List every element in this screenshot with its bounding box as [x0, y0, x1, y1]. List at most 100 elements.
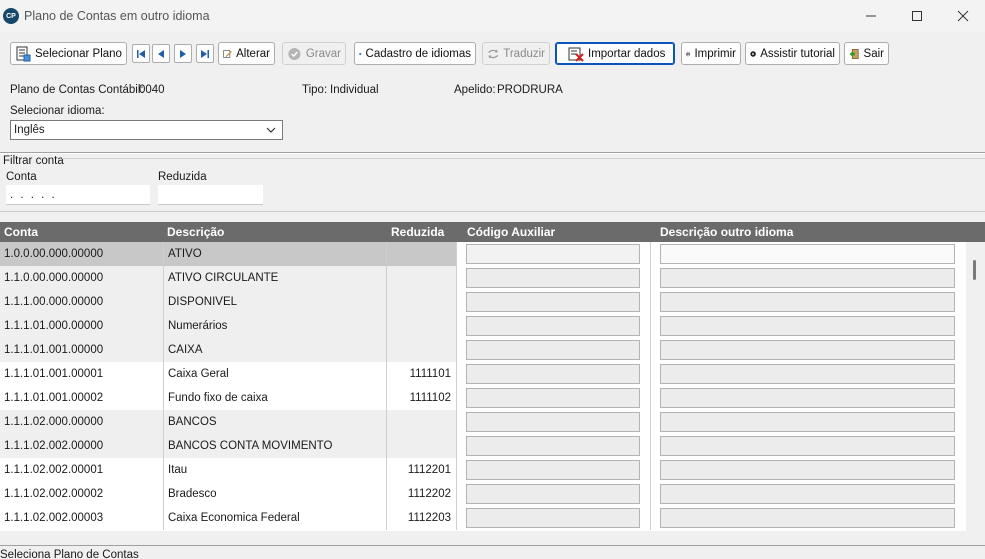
sair-label: Sair [863, 47, 884, 60]
codigo-auxiliar-cell [456, 458, 650, 482]
scrollbar-thumb[interactable] [973, 260, 976, 280]
col-descricao-outro-idioma-header[interactable]: Descrição outro idioma [660, 225, 793, 239]
descricao-outro-idioma-input[interactable] [660, 412, 955, 432]
table-row[interactable]: 1.1.1.01.001.00002 Fundo fixo de caixa 1… [0, 386, 966, 410]
codigo-auxiliar-cell [456, 242, 650, 266]
descricao-outro-idioma-cell [650, 338, 966, 362]
reduzida-cell: 1112203 [386, 506, 456, 530]
table-row[interactable]: 1.1.1.02.002.00002 Bradesco 1112202 [0, 482, 966, 506]
conta-filter-input[interactable]: . . . . . [6, 185, 150, 205]
table-row[interactable]: 1.1.1.02.002.00000 BANCOS CONTA MOVIMENT… [0, 434, 966, 458]
col-conta-header[interactable]: Conta [4, 225, 38, 239]
last-record-button[interactable] [196, 44, 214, 63]
reduzida-cell: 1112201 [386, 458, 456, 482]
sair-button[interactable]: Sair [844, 42, 889, 65]
next-record-button[interactable] [174, 44, 192, 63]
descricao-outro-idioma-input[interactable] [660, 268, 955, 288]
importar-dados-button[interactable]: Importar dados [555, 42, 675, 65]
filter-group-line [62, 158, 985, 159]
codigo-auxiliar-input[interactable] [466, 244, 640, 264]
descricao-outro-idioma-input[interactable] [660, 460, 955, 480]
codigo-auxiliar-input[interactable] [466, 508, 640, 528]
descricao-outro-idioma-cell [650, 290, 966, 314]
descricao-outro-idioma-input[interactable] [660, 292, 955, 312]
conta-cell: 1.1.1.02.000.00000 [0, 410, 163, 434]
status-bar: Seleciona Plano de Contas [0, 545, 985, 559]
descricao-outro-idioma-input[interactable] [660, 508, 955, 528]
descricao-outro-idioma-cell [650, 458, 966, 482]
idioma-select[interactable]: Inglês [10, 120, 283, 140]
last-icon [201, 49, 209, 58]
reduzida-cell [386, 338, 456, 362]
col-reduzida-header[interactable]: Reduzida [391, 225, 444, 239]
minimize-icon [866, 15, 876, 17]
descricao-outro-idioma-cell [650, 482, 966, 506]
table-row[interactable]: 1.1.1.01.000.00000 Numerários [0, 314, 966, 338]
descricao-outro-idioma-input[interactable] [660, 484, 955, 504]
descricao-outro-idioma-input[interactable] [660, 388, 955, 408]
reduzida-cell: 1112202 [386, 482, 456, 506]
traduzir-button[interactable]: Traduzir [482, 42, 550, 65]
conta-cell: 1.0.0.00.000.00000 [0, 242, 163, 266]
codigo-auxiliar-cell [456, 410, 650, 434]
close-button[interactable] [940, 0, 985, 32]
descricao-cell: DISPONIVEL [163, 290, 386, 314]
reduzida-filter-label: Reduzida [158, 171, 207, 183]
divider [0, 153, 985, 154]
descricao-outro-idioma-input[interactable] [660, 316, 955, 336]
reduzida-cell [386, 410, 456, 434]
reduzida-filter-input[interactable] [158, 185, 263, 205]
codigo-auxiliar-input[interactable] [466, 292, 640, 312]
codigo-auxiliar-input[interactable] [466, 388, 640, 408]
descricao-outro-idioma-input[interactable] [660, 340, 955, 360]
globe-icon [359, 52, 362, 55]
title-bar: CP Plano de Contas em outro idioma [0, 0, 985, 32]
chevron-down-icon [266, 127, 276, 133]
previous-record-button[interactable] [152, 44, 170, 63]
col-codigo-auxiliar-header[interactable]: Código Auxiliar [467, 225, 555, 239]
descricao-cell: Caixa Economica Federal [163, 506, 386, 530]
alterar-button[interactable]: Alterar [218, 42, 275, 65]
descricao-outro-idioma-cell [650, 362, 966, 386]
codigo-auxiliar-input[interactable] [466, 316, 640, 336]
table-row[interactable]: 1.1.1.02.000.00000 BANCOS [0, 410, 966, 434]
table-row[interactable]: 1.1.1.02.002.00001 Itau 1112201 [0, 458, 966, 482]
codigo-auxiliar-input[interactable] [466, 436, 640, 456]
codigo-auxiliar-input[interactable] [466, 460, 640, 480]
codigo-auxiliar-cell [456, 338, 650, 362]
descricao-outro-idioma-input[interactable] [660, 436, 955, 456]
selecionar-plano-button[interactable]: Selecionar Plano [10, 42, 127, 65]
descricao-outro-idioma-cell [650, 266, 966, 290]
assistir-tutorial-button[interactable]: Assistir tutorial [745, 42, 840, 65]
maximize-button[interactable] [894, 0, 940, 32]
reduzida-cell [386, 242, 456, 266]
close-icon [957, 10, 969, 22]
codigo-auxiliar-cell [456, 290, 650, 314]
gravar-button[interactable]: Gravar [282, 42, 346, 65]
descricao-outro-idioma-input[interactable] [660, 244, 955, 264]
table-row[interactable]: 1.1.1.02.002.00003 Caixa Economica Feder… [0, 506, 966, 530]
first-icon [137, 49, 145, 58]
codigo-auxiliar-input[interactable] [466, 340, 640, 360]
descricao-outro-idioma-input[interactable] [660, 364, 955, 384]
descricao-cell: ATIVO [163, 242, 386, 266]
first-record-button[interactable] [132, 44, 150, 63]
codigo-auxiliar-cell [456, 386, 650, 410]
cadastro-idiomas-button[interactable]: Cadastro de idiomas [354, 42, 476, 65]
reduzida-cell [386, 314, 456, 338]
table-row[interactable]: 1.1.1.01.001.00000 CAIXA [0, 338, 966, 362]
minimize-button[interactable] [848, 0, 894, 32]
idioma-label: Selecionar idioma: [10, 105, 105, 117]
table-row[interactable]: 1.1.1.01.001.00001 Caixa Geral 1111101 [0, 362, 966, 386]
col-descricao-header[interactable]: Descrição [167, 225, 224, 239]
codigo-auxiliar-input[interactable] [466, 268, 640, 288]
conta-cell: 1.1.1.02.002.00003 [4, 512, 104, 524]
table-row[interactable]: 1.1.0.00.000.00000 ATIVO CIRCULANTE [0, 266, 966, 290]
table-row[interactable]: 1.1.1.00.000.00000 DISPONIVEL [0, 290, 966, 314]
imprimir-button[interactable]: Imprimir [681, 42, 741, 65]
table-row[interactable]: 1.0.0.00.000.00000 ATIVO [0, 242, 966, 266]
vertical-scrollbar[interactable] [966, 242, 985, 531]
codigo-auxiliar-input[interactable] [466, 364, 640, 384]
codigo-auxiliar-input[interactable] [466, 484, 640, 504]
codigo-auxiliar-input[interactable] [466, 412, 640, 432]
